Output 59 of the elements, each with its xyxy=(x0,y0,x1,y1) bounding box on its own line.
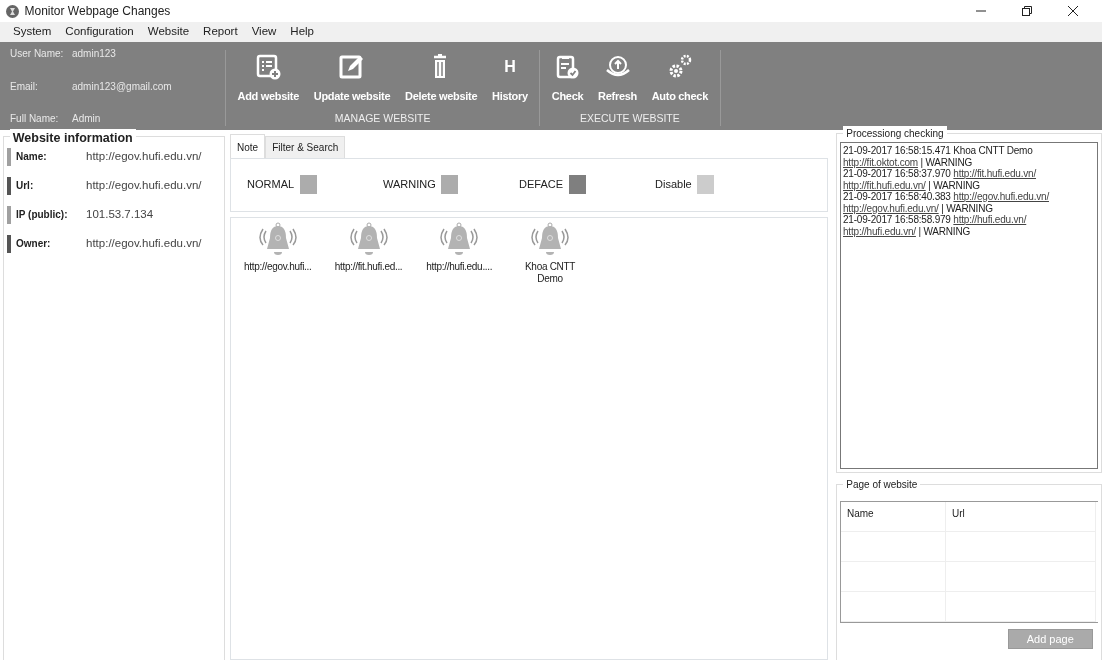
log-text: | WARNING xyxy=(941,202,993,214)
toolbar-button[interactable]: Update website xyxy=(307,50,397,107)
log-text: | WARNING xyxy=(928,179,980,191)
letter-icon: H xyxy=(504,55,516,79)
clipboard-check-icon xyxy=(554,54,581,80)
tab[interactable]: Note xyxy=(230,133,266,158)
edit-icon xyxy=(339,54,365,80)
toolbar-button[interactable]: Auto check xyxy=(645,50,714,107)
legend-label: NORMAL xyxy=(247,177,295,193)
website-label[interactable]: http://hufi.edu.... xyxy=(426,260,493,273)
menu-item[interactable]: View xyxy=(244,21,284,43)
add-list-icon xyxy=(255,54,282,80)
field-value: http://egov.hufi.edu.vn/ xyxy=(86,148,202,164)
menu-item[interactable]: Report xyxy=(196,21,245,43)
link[interactable]: http://hufi.edu.vn/ xyxy=(953,214,1027,225)
link[interactable]: http://fit.oktot.com xyxy=(843,156,918,168)
menu-item[interactable]: Help xyxy=(283,21,321,43)
column-header: Url xyxy=(946,502,1096,533)
log-text: 21-09-2017 16:58:37.970 xyxy=(843,168,951,179)
menu-item[interactable]: Website xyxy=(140,21,197,43)
toolbar-button[interactable]: Delete website xyxy=(399,50,484,107)
legend-label: Disable xyxy=(655,177,692,193)
tab[interactable]: Filter & Search xyxy=(265,135,346,158)
log-text: | WARNING xyxy=(920,156,973,168)
toolbar-button[interactable]: Refresh xyxy=(592,50,643,107)
group-caption: MANAGE WEBSITE xyxy=(333,110,432,126)
field-label: Email: xyxy=(10,79,39,94)
log-text: | WARNING xyxy=(918,225,971,237)
field-label: Owner: xyxy=(16,237,52,251)
website-label[interactable]: http://fit.hufi.ed... xyxy=(334,260,403,273)
field-label: Name: xyxy=(16,150,48,164)
app-icon xyxy=(6,4,19,18)
log-text: 21-09-2017 16:58:58.979 xyxy=(843,214,951,225)
toolbar-button[interactable]: Add website xyxy=(231,50,305,107)
link[interactable]: http://hufi.edu.vn/ xyxy=(843,225,916,237)
menu-item[interactable]: Configuration xyxy=(58,21,141,43)
field-label: IP (public): xyxy=(16,208,69,222)
field-value: http://egov.hufi.edu.vn/ xyxy=(86,235,202,251)
link[interactable]: http://fit.hufi.edu.vn/ xyxy=(953,168,1036,179)
field-label: User Name: xyxy=(10,47,65,61)
link[interactable]: http://egov.hufi.edu.vn/ xyxy=(843,202,939,214)
toolbar-button[interactable]: Check xyxy=(545,50,590,107)
link[interactable]: http://egov.hufi.edu.vn/ xyxy=(953,191,1049,202)
field-value: 101.53.7.134 xyxy=(86,206,154,222)
field-label: Full Name: xyxy=(10,112,60,126)
legend-label: WARNING xyxy=(383,177,436,193)
website-label[interactable]: Khoa CNTT Demo xyxy=(518,260,583,285)
legend-label: DEFACE xyxy=(519,177,564,193)
website-label[interactable]: http://egov.hufi... xyxy=(244,260,312,273)
column-header: Name xyxy=(841,502,946,533)
group-caption: EXECUTE WEBSITE xyxy=(579,110,681,126)
field-label: Url: xyxy=(16,179,35,193)
link[interactable]: http://fit.hufi.edu.vn/ xyxy=(843,179,926,191)
toolbar-button[interactable]: H History xyxy=(486,50,534,107)
log-text: 21-09-2017 16:58:15.471 Khoa CNTT Demo xyxy=(843,145,1033,156)
field-value: http://egov.hufi.edu.vn/ xyxy=(86,177,202,193)
menu-item[interactable]: System xyxy=(6,21,59,43)
log-text: 21-09-2017 16:58:40.383 xyxy=(843,191,951,202)
window-title: Monitor Webpage Changes xyxy=(24,3,171,20)
